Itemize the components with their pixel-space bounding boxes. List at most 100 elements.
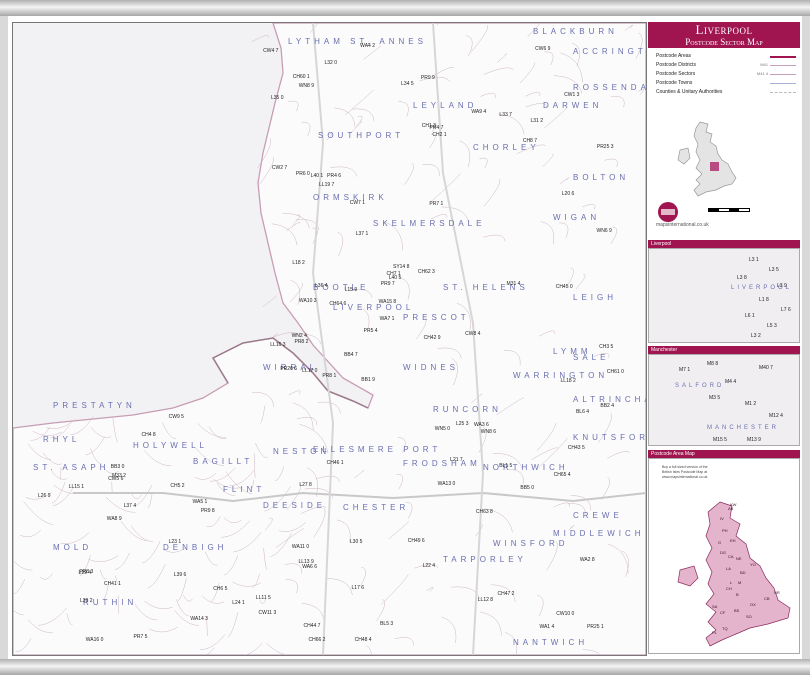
sector-label: WA15 8	[378, 299, 397, 306]
inset-manchester[interactable]: SALFORD MANCHESTER M8 8 M7 1 M40 7 M4 4 …	[648, 354, 800, 446]
area-code-label: PL	[712, 630, 718, 635]
sector-label: LL19 7	[319, 182, 335, 189]
map-title: Liverpool	[695, 22, 753, 37]
main-map[interactable]: LYTHAM ST. ANNES SOUTHPORT ORMSKIRK SKELMER…	[12, 22, 647, 656]
area-code-label: OX	[750, 602, 756, 607]
legend-row: Counties & Unitary Authorities	[656, 88, 796, 97]
sector-label: CW4 7	[263, 47, 279, 54]
sector-label: CW8 4	[465, 330, 481, 337]
town-label: LEYLAND	[413, 101, 478, 110]
sector-label: PR9 8	[200, 508, 215, 515]
town-label: NORTHWICH	[483, 463, 569, 472]
sector-label: L20 6	[561, 190, 575, 197]
sector-label: CH8 7	[522, 137, 538, 144]
sector-label: CH5 2	[170, 483, 185, 490]
town-label: LYTHAM ST. ANNES	[288, 37, 427, 46]
sector-label: M33 2	[112, 473, 126, 480]
sector-label: WA13 0	[437, 481, 456, 488]
area-code-label: BS	[734, 608, 740, 613]
sector-label: CH64 6	[329, 301, 347, 308]
legend-row: Postcode Districts M41	[656, 61, 796, 70]
sector-label: CH42 9	[423, 334, 441, 341]
sector-label: PR9 7	[380, 280, 395, 287]
sector-label: CH7 1	[386, 271, 401, 278]
legend-row: Postcode Areas	[656, 52, 796, 61]
sector-label: BL6 4	[575, 408, 590, 415]
postcode-area-map: ABIVPHKWG EHDGCA NELABDYOMLCHB NRCBOXBSSOTQ…	[677, 501, 791, 647]
town-label: FLINT	[223, 485, 266, 494]
town-label: WIDNES	[403, 363, 459, 372]
area-code-label: G	[718, 540, 721, 545]
sector-label: CW11 3	[258, 609, 277, 616]
sector-label: PR25 3	[596, 144, 614, 151]
sector-label: L35 0	[270, 95, 284, 102]
sector-label: CH4 8	[141, 432, 156, 439]
sector-label: L19 4	[78, 569, 92, 576]
town-label: CHESTER	[343, 503, 410, 512]
sector-label: L34 5	[401, 81, 414, 88]
sector-label: CH1 3	[421, 122, 436, 129]
brand-name: mapsinternational.co.uk	[656, 222, 709, 228]
town-label: NANTWICH	[513, 638, 589, 647]
sector-label: PR7 1	[429, 200, 444, 207]
sector-label: BB3 0	[110, 463, 125, 470]
town-label: HOLYWELL	[133, 441, 208, 450]
sector-label: BB2 4	[600, 402, 614, 409]
sector-label: BL1 5	[499, 463, 513, 470]
inset-town: MANCHESTER	[707, 425, 780, 431]
sector-label: LL13 9	[298, 559, 314, 566]
town-label: WIGAN	[553, 213, 601, 222]
sector-label: WA1 4	[539, 623, 555, 630]
town-label: KNUTSFORD	[573, 433, 646, 442]
area-code-label: LA	[726, 566, 731, 571]
sector-label: L25 3	[456, 421, 469, 428]
sector-label: WA7 1	[379, 316, 395, 323]
sector-label: CH48 4	[354, 636, 372, 643]
town-label: RHYL	[43, 435, 81, 444]
town-label: MOLD	[53, 543, 93, 552]
legend-row: Postcode Towns	[656, 79, 796, 88]
sector-label: PR8 2	[294, 339, 309, 346]
town-label: PRESCOT	[403, 313, 470, 322]
sector-label: PR6 0	[295, 171, 310, 178]
town-label: CHORLEY	[473, 143, 540, 152]
sector-label: WA16 0	[85, 637, 104, 644]
sector-label: WA4 2	[360, 42, 375, 49]
town-label: PRESTATYN	[53, 401, 136, 410]
sector-label: CH6 5	[213, 586, 228, 593]
town-label: CREWE	[573, 511, 623, 520]
area-code-label: BD	[740, 570, 746, 575]
town-label: ST. ASAPH	[33, 463, 110, 472]
sector-label: WA9 4	[471, 109, 487, 116]
sector-label: CH44 7	[303, 622, 321, 629]
sector-label: LL15 1	[68, 484, 85, 491]
sector-label: L17 6	[351, 585, 365, 592]
sector-label: WN8 9	[298, 83, 314, 90]
town-label: DEESIDE	[263, 501, 327, 510]
area-code-label: PH	[722, 528, 728, 533]
area-code-label: M	[738, 580, 741, 585]
sector-label: L26 9	[37, 493, 51, 500]
maps-international-logo: mapsinternational.co.uk	[656, 202, 709, 228]
town-label: RUNCORN	[433, 405, 502, 414]
sector-label: WN5 0	[434, 425, 451, 432]
sector-label: M31 4	[506, 281, 521, 288]
sector-label: L24 1	[232, 600, 245, 607]
area-code-label: IV	[720, 516, 724, 521]
sector-label: PR9 9	[420, 75, 435, 82]
sector-label: WN6 9	[596, 227, 612, 234]
sector-label: CH47 2	[497, 590, 515, 597]
sector-label: CH65 4	[553, 471, 571, 478]
town-label: BAGILLT	[193, 457, 254, 466]
sector-label: L37 4	[123, 503, 137, 510]
inset-liverpool[interactable]: LIVERPOOL L3 1 L3 5 L3 8 L3 9 L1 8 L7 6 …	[648, 248, 800, 343]
sector-label: CH2 1	[432, 131, 447, 138]
sector-label: CW6 9	[535, 45, 551, 52]
town-label: TARPORLEY	[443, 555, 527, 564]
sector-label: WA3 6	[473, 421, 489, 428]
sector-label: CW7 1	[349, 199, 365, 206]
sector-label: L39 2	[79, 597, 93, 604]
sector-label: PR25 1	[587, 624, 604, 631]
sector-label: BB4 7	[344, 352, 358, 359]
sector-label: L27 8	[299, 482, 312, 489]
